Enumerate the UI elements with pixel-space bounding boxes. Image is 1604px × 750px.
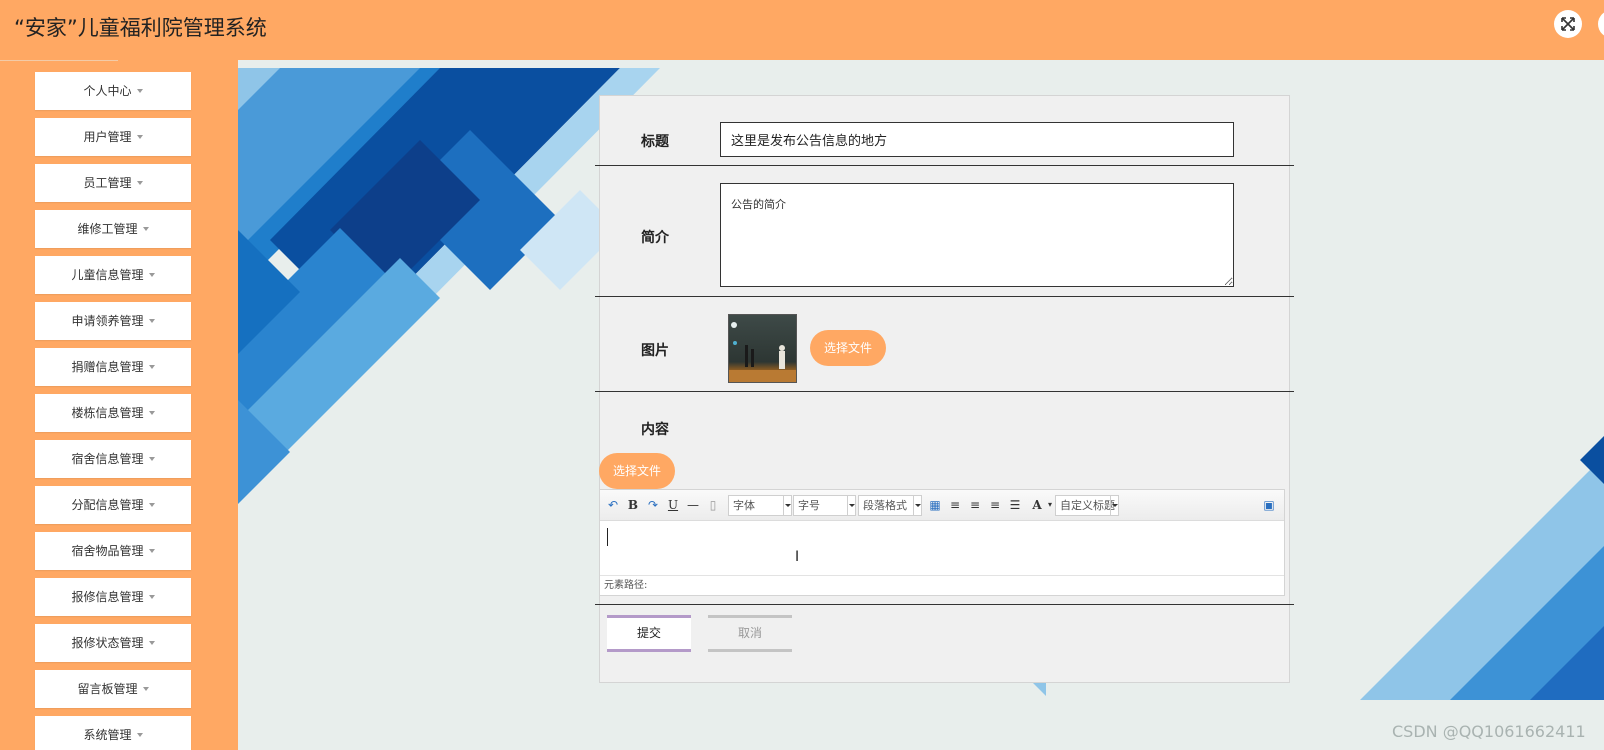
paragraph-format-select[interactable]: 段落格式 [858,495,922,516]
sidebar-item-label: 儿童信息管理 [71,268,144,282]
bold-icon[interactable]: B [624,496,642,514]
row-divider [595,296,1294,297]
sidebar-item-repairman-management[interactable]: 维修工管理 [35,210,191,248]
rich-text-editor: ↶ B ↷ U — ▯ 字体 字号 段落格式 ▦ ≡ ≡ ≡ ☰ A ▾ 自定义… [599,489,1285,596]
editor-toolbar: ↶ B ↷ U — ▯ 字体 字号 段落格式 ▦ ≡ ≡ ≡ ☰ A ▾ 自定义… [600,490,1284,521]
caret-down-icon [148,640,155,645]
sidebar-item-child-info[interactable]: 儿童信息管理 [35,256,191,294]
paste-icon[interactable]: ▯ [704,496,722,514]
caret-down-icon [136,88,143,93]
image-thumbnail [728,314,797,383]
row-divider [595,165,1294,166]
caret-down-icon [136,180,143,185]
horizontal-rule-icon[interactable]: — [684,496,702,514]
sidebar-item-dorm-items[interactable]: 宿舍物品管理 [35,532,191,570]
font-family-select[interactable]: 字体 [728,495,792,516]
chevron-down-icon [783,496,791,515]
custom-title-value: 自定义标题 [1060,499,1115,512]
caret-down-icon [148,410,155,415]
content-upload-button[interactable]: 选择文件 [599,453,675,489]
font-size-value: 字号 [798,499,820,512]
caret-down-icon [148,364,155,369]
paragraph-format-value: 段落格式 [863,499,907,512]
caret-down-icon [142,226,149,231]
sidebar-item-user-management[interactable]: 用户管理 [35,118,191,156]
ibeam-cursor-icon: I [795,549,800,565]
element-path-bar: 元素路径: [600,575,1284,595]
cancel-button[interactable]: 取消 [708,615,792,652]
sidebar-item-donation-info[interactable]: 捐赠信息管理 [35,348,191,386]
sidebar-item-message-board[interactable]: 留言板管理 [35,670,191,708]
undo-icon[interactable]: ↶ [604,496,622,514]
caret-down-icon [136,732,143,737]
summary-textarea[interactable]: 公告的简介 [720,183,1234,287]
chevron-down-icon [847,496,855,515]
sidebar-item-system-management[interactable]: 系统管理 [35,716,191,750]
align-right-icon[interactable]: ≡ [966,496,984,514]
app-title: “安家”儿童福利院管理系统 [14,16,267,40]
align-left-icon[interactable]: ≡ [946,496,964,514]
sidebar-item-label: 员工管理 [83,176,132,190]
sidebar-item-allocation-info[interactable]: 分配信息管理 [35,486,191,524]
title-label: 标题 [641,134,669,150]
font-family-value: 字体 [733,499,755,512]
caret-down-icon [148,548,155,553]
image-label: 图片 [641,343,669,359]
font-size-select[interactable]: 字号 [793,495,856,516]
sidebar-item-label: 宿舍物品管理 [71,544,144,558]
sidebar-item-building-info[interactable]: 楼栋信息管理 [35,394,191,432]
sidebar-item-repair-status[interactable]: 报修状态管理 [35,624,191,662]
caret-down-icon [148,594,155,599]
caret-down-icon [148,456,155,461]
sidebar-item-adoption-applications[interactable]: 申请领养管理 [35,302,191,340]
preview-icon[interactable]: ▣ [1260,496,1278,514]
sidebar-item-label: 捐赠信息管理 [71,360,144,374]
content-label: 内容 [641,422,669,438]
sidebar-item-label: 申请领养管理 [71,314,144,328]
top-header: “安家”儿童福利院管理系统 [0,0,1604,60]
submit-button[interactable]: 提交 [607,615,691,652]
caret-down-icon [136,134,143,139]
editor-content-area[interactable]: I [600,521,1284,575]
sidebar-item-dorm-info[interactable]: 宿舍信息管理 [35,440,191,478]
table-icon[interactable]: ▦ [926,496,944,514]
sidebar-item-label: 宿舍信息管理 [71,452,144,466]
chevron-down-icon [1110,496,1118,515]
expand-icon [1561,17,1575,31]
image-upload-button[interactable]: 选择文件 [810,330,886,366]
caret-down-icon [148,318,155,323]
redo-icon[interactable]: ↷ [644,496,662,514]
sidebar-item-label: 维修工管理 [77,222,138,236]
sidebar-item-label: 留言板管理 [77,682,138,696]
sidebar-item-label: 用户管理 [83,130,132,144]
watermark: CSDN @QQ1061662411 [1392,722,1586,741]
sidebar-item-staff-management[interactable]: 员工管理 [35,164,191,202]
text-caret [607,528,608,546]
sidebar-item-label: 系统管理 [83,728,132,742]
title-input[interactable] [720,122,1234,157]
custom-title-select[interactable]: 自定义标题 [1055,495,1119,516]
summary-label: 简介 [641,230,669,246]
caret-down-icon [148,502,155,507]
caret-down-icon [148,272,155,277]
underline-icon[interactable]: U [664,496,682,514]
sidebar-divider [0,60,118,61]
sidebar-item-repair-info[interactable]: 报修信息管理 [35,578,191,616]
sidebar-item-label: 报修信息管理 [71,590,144,604]
align-center-icon[interactable]: ≡ [986,496,1004,514]
justify-icon[interactable]: ☰ [1006,496,1024,514]
user-button[interactable] [1598,10,1604,38]
sidebar-item-label: 楼栋信息管理 [71,406,144,420]
row-divider [595,391,1294,392]
sidebar-item-personal-center[interactable]: 个人中心 [35,72,191,110]
sidebar-item-label: 个人中心 [83,84,132,98]
sidebar-item-label: 分配信息管理 [71,498,144,512]
caret-down-icon [142,686,149,691]
thumbnail-picture [729,322,796,382]
sidebar-item-label: 报修状态管理 [71,636,144,650]
chevron-down-icon [913,496,921,515]
row-divider [595,604,1294,605]
fullscreen-button[interactable] [1554,10,1582,38]
